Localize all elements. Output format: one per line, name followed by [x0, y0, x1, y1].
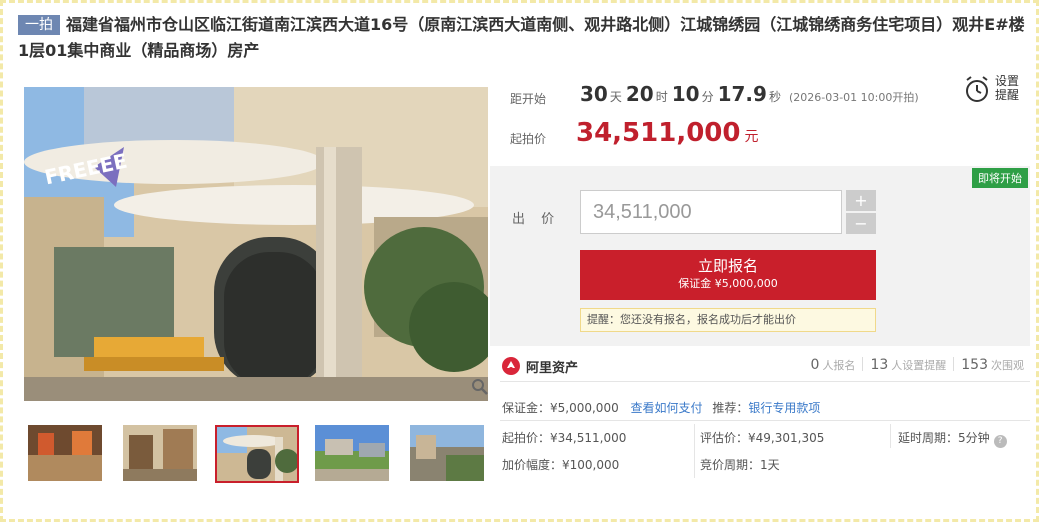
thumbnail-4[interactable] [315, 425, 389, 481]
ali-assets-logo-icon [502, 357, 520, 375]
help-icon[interactable]: ? [993, 435, 1007, 448]
thumbnail-1[interactable] [28, 425, 102, 481]
how-to-pay-link[interactable]: 查看如何支付 [631, 401, 703, 415]
start-price-row: 起拍价 34,511,000 元 [510, 118, 910, 154]
signup-reminder: 提醒：您还没有报名，报名成功后才能出价 [580, 308, 876, 332]
stats-divider [953, 357, 955, 371]
thumbnail-strip [24, 425, 494, 483]
start-price-value: 34,511,000 元 [576, 118, 758, 148]
bid-stepper: + − [846, 190, 876, 234]
thumbnail-2[interactable] [123, 425, 197, 481]
detail-start-price: 起拍价：¥34,511,000 [502, 431, 627, 445]
set-reminder-label: 设置 提醒 [995, 74, 1019, 102]
views-count: 153 [961, 357, 988, 373]
countdown-label: 距开始 [510, 92, 547, 106]
auction-start-time: (2026-03-01 10:00开拍) [788, 91, 919, 104]
bid-panel: 即将开始 出 价 34,511,000 + − 立即报名 保证金 ¥5,000,… [490, 166, 1030, 346]
bid-label: 出 价 [512, 212, 561, 227]
countdown-minutes: 10 [671, 82, 700, 106]
hours-unit: 时 [655, 90, 668, 104]
set-reminder-label-line2: 提醒 [995, 88, 1020, 102]
thumbnail-3-selected[interactable] [215, 425, 299, 483]
main-photo[interactable]: FREEEE [24, 87, 488, 401]
start-price-unit: 元 [744, 129, 759, 145]
countdown-hours: 20 [625, 82, 654, 106]
details-column-divider [890, 424, 891, 448]
signups-label: 人报名 [822, 359, 856, 372]
days-unit: 天 [609, 90, 622, 104]
bank-account-link[interactable]: 银行专用款项 [748, 401, 820, 415]
start-price-label: 起拍价 [510, 132, 547, 146]
auction-round-tag: 一拍 [18, 15, 60, 35]
detail-appraisal-price: 评估价：¥49,301,305 [700, 431, 825, 445]
auction-stats: 0 人报名 13 人设置提醒 153 次围观 [811, 357, 1024, 373]
views-label: 次围观 [991, 359, 1024, 372]
details-divider [500, 420, 1030, 421]
alarm-clock-icon [966, 76, 988, 102]
signup-button[interactable]: 立即报名 保证金 ¥5,000,000 [580, 250, 876, 300]
status-badge: 即将开始 [972, 168, 1028, 188]
bid-amount-input[interactable]: 34,511,000 [580, 190, 842, 234]
detail-bid-period: 竞价周期：1天 [700, 458, 780, 472]
signup-deposit-label: 保证金 ¥5,000,000 [678, 277, 778, 290]
set-reminder-label-line1: 设置 [995, 74, 1020, 88]
seconds-unit: 秒 [768, 90, 781, 104]
start-price-amount: 34,511,000 [576, 118, 741, 148]
detail-delay-period: 延时周期：5分钟? [898, 429, 1007, 448]
countdown-row: 距开始 30 天 20 时 10 分 17.9 秒 (2026-03-01 10:00开拍) [510, 82, 1030, 110]
set-reminder-button[interactable]: 设置 提醒 [961, 72, 1023, 106]
deposit-text: 保证金：¥5,000,000 [502, 401, 619, 415]
listing-title: 一拍 福建省福州市仓山区临江街道南江滨西大道16号（原南江滨西大道南侧、观井路北侧… [18, 12, 1028, 64]
signups-count: 0 [810, 357, 820, 373]
stats-divider [862, 357, 864, 371]
recommend-label: 推荐： [712, 401, 749, 415]
magnifier-icon[interactable] [471, 378, 489, 396]
delay-period-text: 延时周期：5分钟 [898, 431, 990, 445]
details-column-divider [694, 424, 695, 478]
platform-row: 阿里资产 0 人报名 13 人设置提醒 153 次围观 [500, 352, 1030, 382]
minutes-unit: 分 [701, 90, 714, 104]
thumbnail-5[interactable] [410, 425, 484, 481]
increase-bid-button[interactable]: + [846, 190, 876, 211]
deposit-info: 保证金：¥5,000,000 查看如何支付 推荐：银行专用款项 [502, 399, 820, 416]
reminders-label: 人设置提醒 [891, 359, 947, 372]
platform-name: 阿里资产 [526, 361, 579, 376]
decrease-bid-button[interactable]: − [846, 213, 876, 234]
detail-increment: 加价幅度：¥100,000 [502, 458, 620, 472]
listing-title-text: 福建省福州市仓山区临江街道南江滨西大道16号（原南江滨西大道南侧、观井路北侧）江… [18, 15, 1025, 60]
storefront-photo [24, 87, 488, 401]
countdown-days: 30 [580, 82, 608, 106]
signup-button-label: 立即报名 [697, 257, 758, 275]
countdown-timer: 30 天 20 时 10 分 17.9 秒 (2026-03-01 10:00开拍) [580, 82, 919, 106]
reminders-count: 13 [870, 357, 889, 373]
countdown-seconds: 17.9 [717, 82, 767, 106]
